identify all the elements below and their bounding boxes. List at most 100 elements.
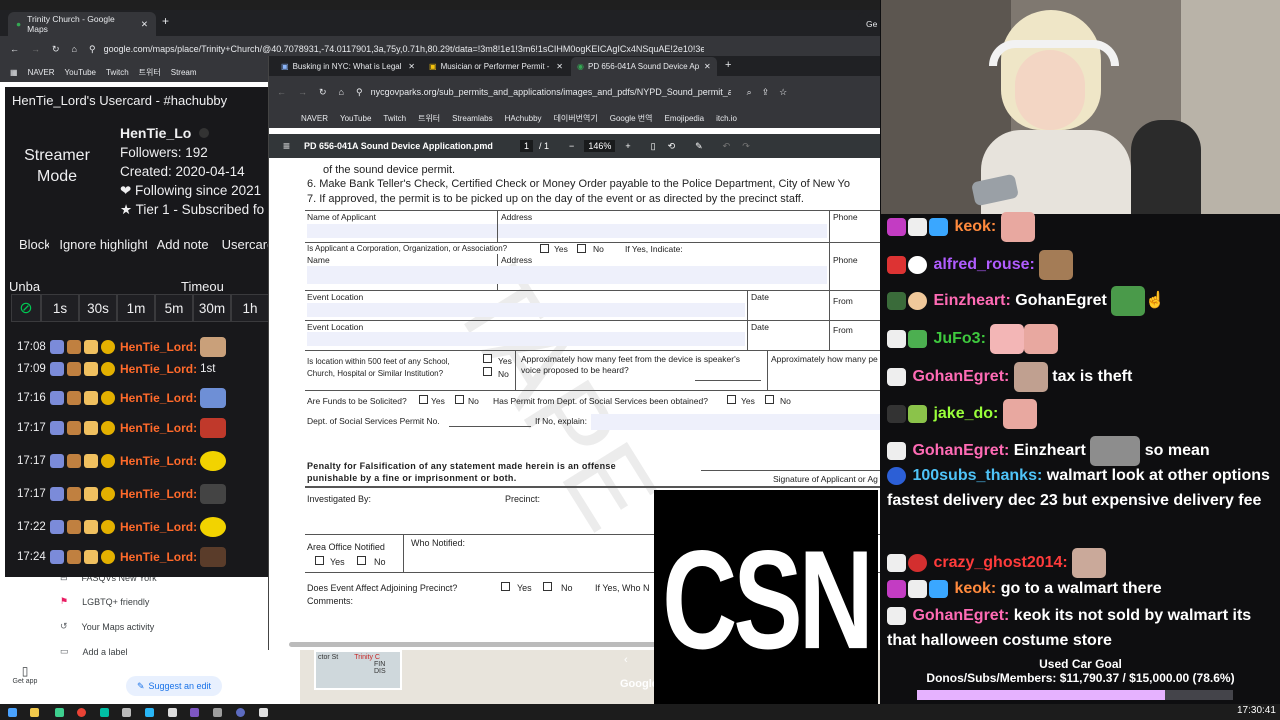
- tab-musician-permit[interactable]: ▣ Musician or Performer Permit - ✕: [423, 57, 569, 76]
- chat-username[interactable]: Einzheart:: [933, 292, 1010, 309]
- ignore-highlight-checkbox[interactable]: Ignore highlight: [59, 237, 146, 257]
- close-tab-icon[interactable]: ✕: [556, 62, 563, 71]
- bookmark-star-icon[interactable]: ☆: [779, 87, 787, 98]
- app-icon[interactable]: [213, 708, 222, 717]
- timeout-5m-button[interactable]: 5m: [155, 294, 193, 322]
- permit-yes-checkbox[interactable]: [727, 395, 736, 404]
- rotate-icon[interactable]: ⟲: [668, 141, 676, 152]
- reload-icon[interactable]: ↻: [52, 44, 60, 55]
- obs-icon[interactable]: [236, 708, 245, 717]
- permit-no-checkbox[interactable]: [765, 395, 774, 404]
- apps-icon[interactable]: ▦: [10, 68, 18, 77]
- zoom-out-icon[interactable]: −: [569, 141, 574, 151]
- chat-username[interactable]: GohanEgret:: [912, 368, 1009, 385]
- chevron-left-icon[interactable]: ‹: [624, 654, 628, 666]
- area-yes-checkbox[interactable]: [315, 556, 324, 565]
- app-icon[interactable]: [145, 708, 154, 717]
- bookmark-emojipedia[interactable]: Emojipedia: [664, 114, 704, 123]
- mini-map[interactable]: ctor St Trinity C FIN DIS: [314, 650, 402, 690]
- corp-no-checkbox[interactable]: [577, 244, 586, 253]
- tab-google-maps[interactable]: ● Trinity Church - Google Maps ✕: [8, 12, 156, 36]
- back-icon[interactable]: ←: [277, 87, 286, 97]
- bookmark-hachubby[interactable]: HAchubby: [505, 114, 542, 123]
- horizontal-scrollbar[interactable]: [289, 642, 669, 647]
- within500-no-checkbox[interactable]: [483, 367, 492, 376]
- bookmark-translator[interactable]: 데이버번역기: [554, 113, 598, 124]
- timeout-1h-button[interactable]: 1h: [231, 294, 269, 322]
- bookmark-streamlabs[interactable]: Streamlabs: [452, 114, 492, 123]
- chat-username[interactable]: jake_do:: [933, 405, 998, 422]
- maps-item-label-add[interactable]: ▭ Add a label: [60, 646, 128, 657]
- undo-icon[interactable]: ↶: [723, 141, 731, 152]
- bookmark-itchio[interactable]: itch.io: [716, 114, 737, 123]
- unban-button[interactable]: ⊘: [11, 294, 41, 322]
- chat-username[interactable]: keok:: [954, 580, 996, 597]
- zoom-in-icon[interactable]: +: [625, 141, 630, 151]
- event-location-field-2[interactable]: [307, 332, 745, 346]
- timeout-30s-button[interactable]: 30s: [79, 294, 117, 322]
- forward-icon[interactable]: →: [298, 87, 307, 97]
- site-info-icon[interactable]: ⚲: [356, 87, 363, 98]
- within500-yes-checkbox[interactable]: [483, 354, 492, 363]
- share-icon[interactable]: ⇪: [762, 87, 770, 98]
- back-icon[interactable]: ←: [10, 44, 19, 54]
- bookmark-youtube[interactable]: YouTube: [65, 68, 96, 77]
- chat-username[interactable]: keok:: [954, 218, 996, 235]
- user-name[interactable]: HenTie_Lo: [120, 125, 191, 141]
- bookmark-stream[interactable]: Stream: [171, 68, 197, 77]
- app-icon[interactable]: [259, 708, 268, 717]
- timeout-1m-button[interactable]: 1m: [117, 294, 155, 322]
- page-number-input[interactable]: 1: [520, 140, 534, 152]
- forward-icon[interactable]: →: [31, 44, 40, 54]
- chat-username[interactable]: 100subs_thanks:: [912, 467, 1042, 484]
- tab-busking[interactable]: ▣ Busking in NYC: What is Legal o ✕: [275, 57, 421, 76]
- adjoining-no-checkbox[interactable]: [543, 582, 552, 591]
- bookmark-twitter[interactable]: 트위터: [418, 113, 440, 124]
- draw-icon[interactable]: ✎: [695, 141, 703, 152]
- get-app-button[interactable]: ▯ Get app: [8, 664, 42, 685]
- new-tab-icon[interactable]: +: [162, 14, 169, 28]
- chat-username[interactable]: crazy_ghost2014:: [933, 554, 1067, 571]
- funds-yes-checkbox[interactable]: [419, 395, 428, 404]
- tab-other[interactable]: Ge: [858, 12, 880, 36]
- chat-username[interactable]: GohanEgret:: [912, 442, 1009, 459]
- chat-username[interactable]: GohanEgret:: [912, 607, 1009, 624]
- app-icon[interactable]: [168, 708, 177, 717]
- bookmark-youtube[interactable]: YouTube: [340, 114, 371, 123]
- url-text[interactable]: google.com/maps/place/Trinity+Church/@40…: [104, 44, 704, 54]
- event-location-field[interactable]: [307, 303, 745, 317]
- if-no-explain-field[interactable]: [591, 414, 880, 430]
- app-icon[interactable]: [190, 708, 199, 717]
- chat-username[interactable]: JuFo3:: [933, 330, 985, 347]
- org-name-field[interactable]: [307, 266, 827, 284]
- timeout-1s-button[interactable]: 1s: [41, 294, 79, 322]
- zoom-input[interactable]: 146%: [584, 140, 616, 152]
- reload-icon[interactable]: ↻: [319, 87, 327, 98]
- maps-item-activity[interactable]: ↺ Your Maps activity: [60, 621, 154, 632]
- timeout-30m-button[interactable]: 30m: [193, 294, 231, 322]
- url-text[interactable]: nycgovparks.org/sub_permits_and_applicat…: [371, 87, 731, 97]
- bookmark-naver[interactable]: NAVER: [301, 114, 328, 123]
- applicant-name-field[interactable]: [307, 224, 827, 238]
- bookmark-twitter[interactable]: 트위터: [139, 67, 161, 78]
- block-checkbox[interactable]: Block: [19, 237, 49, 257]
- app-icon[interactable]: [55, 708, 64, 717]
- fit-page-icon[interactable]: ▯: [651, 141, 656, 152]
- app-icon[interactable]: [122, 708, 131, 717]
- chat-username[interactable]: alfred_rouse:: [933, 256, 1034, 273]
- bookmark-naver[interactable]: NAVER: [28, 68, 55, 77]
- windows-start-icon[interactable]: [8, 708, 17, 717]
- adjoining-yes-checkbox[interactable]: [501, 582, 510, 591]
- chrome-icon[interactable]: [77, 708, 86, 717]
- zoom-icon[interactable]: ⌕: [747, 87, 752, 98]
- close-tab-icon[interactable]: ✕: [704, 62, 711, 71]
- suggest-edit-button[interactable]: ✎ Suggest an edit: [126, 676, 222, 696]
- close-tab-icon[interactable]: ✕: [141, 19, 148, 30]
- new-tab-icon[interactable]: +: [725, 59, 731, 71]
- app-icon[interactable]: [100, 708, 109, 717]
- corp-yes-checkbox[interactable]: [540, 244, 549, 253]
- site-info-icon[interactable]: ⚲: [89, 44, 96, 55]
- menu-icon[interactable]: ≡: [283, 139, 290, 153]
- bookmark-twitch[interactable]: Twitch: [383, 114, 406, 123]
- add-note-button[interactable]: Add note: [157, 237, 212, 257]
